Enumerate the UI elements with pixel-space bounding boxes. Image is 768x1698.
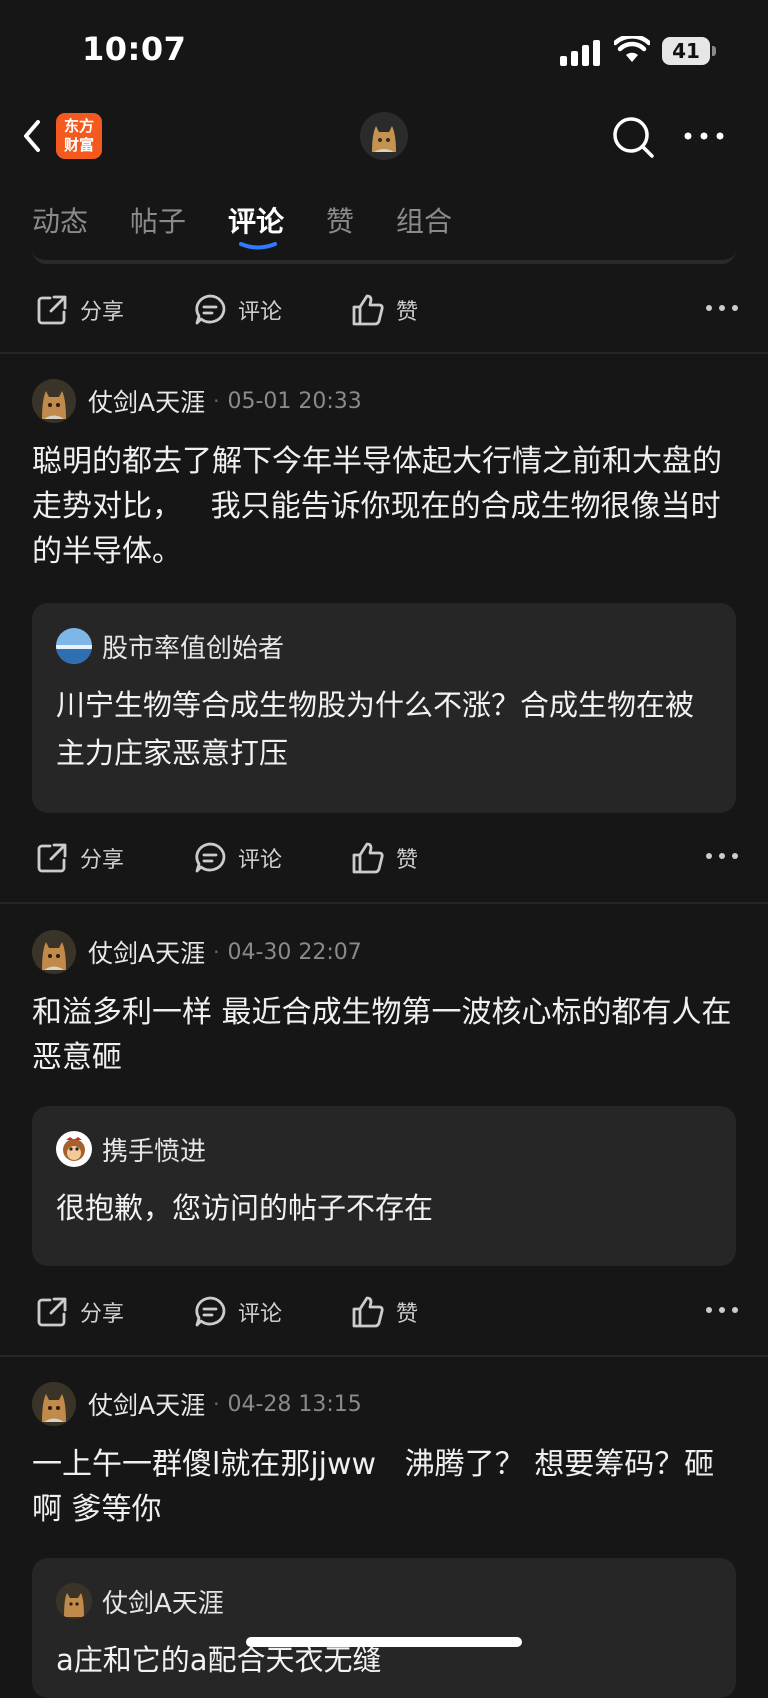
monkey-avatar-icon [56,1131,92,1167]
author-avatar[interactable] [32,379,76,423]
cat-avatar-icon [32,1382,76,1426]
thumbs-up-icon [352,842,384,874]
comment-button[interactable]: 评论 [192,292,282,328]
author-avatar[interactable] [32,1382,76,1426]
more-icon[interactable] [704,1296,740,1324]
quoted-post-card[interactable]: 股市率值创始者 川宁生物等合成生物股为什么不涨？合成生物在被主力庄家恶意打压 [32,603,736,813]
quote-author-name: 股市率值创始者 [102,633,285,664]
quote-header: 仗剑A天涯 [56,1582,224,1620]
post-header: 仗剑A天涯 · 04-30 22:07 [32,928,362,976]
battery-icon: 41 [662,37,716,65]
quote-author-name: 仗剑A天涯 [102,1588,224,1619]
action-row: 分享 评论 赞 [0,828,768,888]
battery-level: 41 [662,37,710,65]
comment-icon [195,294,226,325]
like-button[interactable]: 赞 [350,292,418,328]
cat-avatar-icon [360,112,408,160]
comment-button[interactable]: 评论 [192,1294,282,1330]
quote-author-name: 携手愤进 [102,1136,207,1167]
status-time: 10:07 [82,30,187,68]
divider [0,1355,768,1357]
quoted-post-card[interactable]: 携手愤进 很抱歉，您访问的帖子不存在 [32,1106,736,1266]
share-button[interactable]: 分享 [34,292,124,328]
tab-comments[interactable]: 评论 [228,200,284,240]
post-header: 仗剑A天涯 · 05-01 20:33 [32,377,362,425]
share-icon [37,843,67,873]
post-time: 04-30 22:07 [227,939,362,965]
more-options-icon[interactable] [682,120,726,152]
comment-post: 仗剑A天涯 · 05-01 20:33 聪明的都去了解下今年半导体起大行情之前和… [0,377,768,897]
landscape-avatar-icon [56,628,92,664]
comment-post: 仗剑A天涯 · 04-28 13:15 一上午一群傻l就在那jjww 沸腾了？ … [0,1380,768,1698]
previous-quote-card [32,246,736,264]
comment-icon [195,1296,226,1327]
quote-author-avatar [56,1131,92,1167]
author-name[interactable]: 仗剑A天涯 [88,1386,205,1422]
status-bar: 10:07 41 [0,0,768,100]
cat-avatar-icon [56,1583,92,1619]
search-icon[interactable] [610,114,656,160]
quoted-post-card[interactable]: 仗剑A天涯 a庄和它的a配合天衣无缝 [32,1558,736,1698]
quote-author-avatar [56,628,92,664]
wifi-icon [614,36,650,62]
like-button[interactable]: 赞 [350,840,418,876]
like-button[interactable]: 赞 [350,1294,418,1330]
more-icon[interactable] [704,294,740,322]
share-button[interactable]: 分享 [34,1294,124,1330]
tab-likes[interactable]: 赞 [326,200,354,240]
post-time: 04-28 13:15 [227,1391,362,1417]
comment-button[interactable]: 评论 [192,840,282,876]
post-header: 仗剑A天涯 · 04-28 13:15 [32,1380,362,1428]
app-logo[interactable]: 东方 财富 [56,113,102,159]
post-body[interactable]: 一上午一群傻l就在那jjww 沸腾了？ 想要筹码？砸啊 爹等你 [32,1442,742,1532]
post-body[interactable]: 聪明的都去了解下今年半导体起大行情之前和大盘的走势对比， 我只能告诉你现在的合成… [32,439,742,574]
share-icon [37,295,67,325]
cat-avatar-icon [32,930,76,974]
action-row: 分享 评论 赞 [0,1282,768,1342]
thumbs-up-icon [352,1296,384,1328]
post-body[interactable]: 和溢多利一样 最近合成生物第一波核心标的都有人在恶意砸 [32,990,742,1080]
author-name[interactable]: 仗剑A天涯 [88,383,205,419]
quote-header: 携手愤进 [56,1130,206,1168]
comment-icon [195,842,226,873]
author-name[interactable]: 仗剑A天涯 [88,934,205,970]
comment-post: 仗剑A天涯 · 04-30 22:07 和溢多利一样 最近合成生物第一波核心标的… [0,928,768,1288]
post-time: 05-01 20:33 [227,388,362,414]
cellular-signal-icon [560,40,600,66]
quote-text: 很抱歉，您访问的帖子不存在 [56,1191,434,1225]
tab-activity[interactable]: 动态 [32,200,88,240]
share-button[interactable]: 分享 [34,840,124,876]
back-arrow-icon[interactable] [18,116,48,156]
action-row: 分享 评论 赞 [0,280,768,340]
cat-avatar-icon [32,379,76,423]
quote-header: 股市率值创始者 [56,627,284,665]
divider [0,352,768,354]
tab-posts[interactable]: 帖子 [130,200,186,240]
tab-portfolio[interactable]: 组合 [396,200,452,240]
thumbs-up-icon [352,294,384,326]
quote-text: 川宁生物等合成生物股为什么不涨？合成生物在被主力庄家恶意打压 [56,688,695,770]
home-indicator[interactable] [246,1637,522,1647]
more-icon[interactable] [704,842,740,870]
profile-avatar[interactable] [360,112,408,160]
nav-bar: 东方 财富 [0,100,768,172]
quote-author-avatar [56,1583,92,1619]
share-icon [37,1297,67,1327]
author-avatar[interactable] [32,930,76,974]
divider [0,902,768,904]
